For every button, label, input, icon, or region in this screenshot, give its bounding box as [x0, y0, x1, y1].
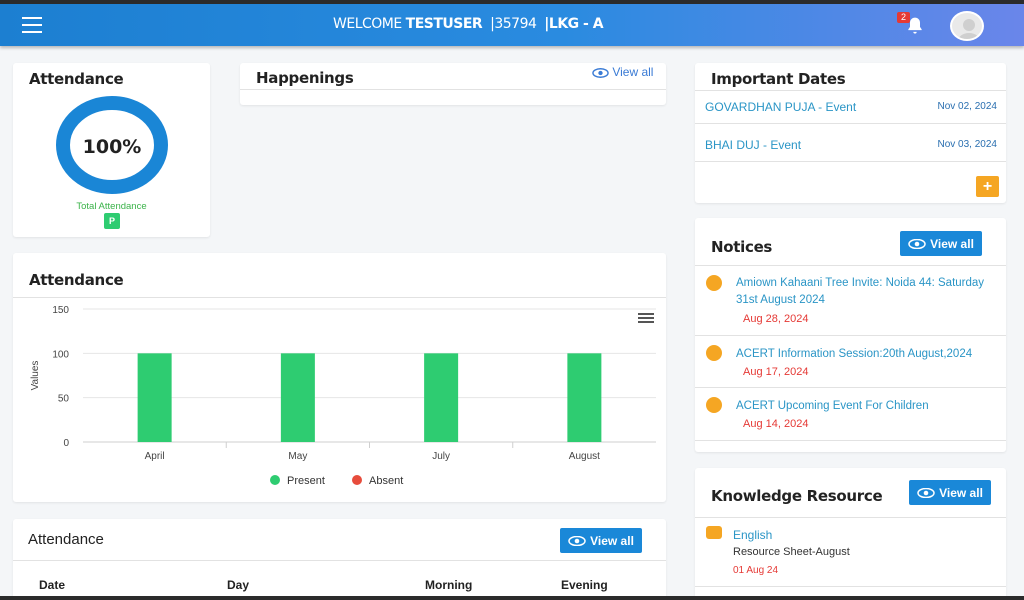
chart-menu-icon: [638, 321, 654, 323]
bar-present: [424, 353, 459, 442]
x-tick-label: April: [145, 451, 165, 462]
attendance-view-all-button[interactable]: View all: [560, 528, 642, 553]
column-header-morning: Morning: [425, 578, 473, 592]
divider: [695, 335, 1006, 336]
legend-label: Present: [287, 475, 325, 487]
user-avatar-icon: [958, 19, 980, 39]
legend-marker: [352, 475, 362, 485]
notice-bell-icon: [706, 275, 722, 291]
y-tick-label: 0: [63, 438, 69, 449]
important-date-name[interactable]: GOVARDHAN PUJA - Event: [705, 100, 856, 114]
notices-title: Notices: [711, 238, 773, 256]
bar-present: [280, 353, 315, 442]
eye-icon: [908, 238, 926, 249]
important-date-name[interactable]: BHAI DUJ - Event: [705, 138, 801, 152]
important-dates-card: Important Dates GOVARDHAN PUJA - Event N…: [695, 63, 1006, 203]
book-icon: [706, 526, 722, 539]
chart-menu-icon: [638, 313, 654, 315]
notice-date: Aug 14, 2024: [743, 418, 809, 430]
divider: [13, 560, 666, 561]
divider: [695, 265, 1006, 266]
bar-present: [137, 353, 172, 442]
y-tick-label: 150: [52, 305, 69, 316]
divider: [695, 90, 1006, 91]
eye-icon: [592, 67, 609, 78]
notice-title[interactable]: Amiown Kahaani Tree Invite: Noida 44: Sa…: [736, 275, 986, 309]
y-tick-label: 100: [52, 349, 69, 360]
notice-title[interactable]: ACERT Upcoming Event For Children: [736, 398, 986, 415]
add-date-button[interactable]: +: [976, 176, 999, 197]
x-tick-label: May: [288, 451, 307, 462]
divider: [695, 161, 1006, 162]
view-all-label: View all: [590, 533, 634, 548]
status-badge: P: [104, 213, 120, 229]
attendance-chart-title: Attendance: [29, 271, 124, 289]
attendance-summary-card: Attendance 100% Total Attendance P: [13, 63, 210, 237]
view-all-label: View all: [612, 65, 654, 79]
happenings-title: Happenings: [256, 69, 354, 87]
y-axis-label: Values: [30, 361, 41, 391]
notice-bell-icon: [706, 397, 722, 413]
attendance-table-title: Attendance: [28, 531, 104, 548]
notice-title[interactable]: ACERT Information Session:20th August,20…: [736, 346, 986, 363]
resource-date: 01 Aug 24: [733, 565, 779, 576]
divider: [695, 517, 1006, 518]
important-dates-title: Important Dates: [711, 70, 846, 88]
avatar[interactable]: [950, 11, 984, 41]
column-header-evening: Evening: [561, 578, 608, 592]
y-tick-label: 50: [58, 394, 70, 405]
bar-present: [567, 353, 602, 442]
knowledge-resource-title: Knowledge Resource: [711, 487, 883, 505]
view-all-label: View all: [930, 236, 974, 251]
user-id: |35794: [490, 16, 537, 32]
user-name: TESTUSER: [405, 16, 483, 32]
eye-icon: [568, 535, 586, 546]
welcome-text: WELCOME TESTUSER |35794 |LKG - A: [333, 16, 604, 32]
knowledge-view-all-button[interactable]: View all: [909, 480, 991, 505]
resource-subject[interactable]: English: [733, 528, 772, 542]
view-all-label: View all: [939, 485, 983, 500]
divider: [695, 123, 1006, 124]
notification-badge: 2: [897, 12, 911, 23]
divider: [240, 89, 666, 90]
attendance-summary-title: Attendance: [29, 70, 124, 88]
notices-view-all-button[interactable]: View all: [900, 231, 982, 256]
top-navbar: WELCOME TESTUSER |35794 |LKG - A 2: [0, 4, 1024, 46]
class-label: |LKG - A: [544, 16, 604, 32]
dashboard: WELCOME TESTUSER |35794 |LKG - A 2 Atten…: [0, 4, 1024, 596]
happenings-card: Happenings View all: [240, 63, 666, 105]
attendance-table-card: Attendance View all Date Day Morning Eve…: [13, 519, 666, 596]
knowledge-resource-card: Knowledge Resource View all English Reso…: [695, 468, 1006, 596]
column-header-day: Day: [227, 578, 250, 592]
total-attendance-label: Total Attendance: [76, 201, 147, 212]
menu-icon[interactable]: [22, 17, 42, 33]
welcome-prefix: WELCOME: [333, 16, 402, 32]
divider: [695, 586, 1006, 587]
notice-date: Aug 28, 2024: [743, 313, 809, 325]
x-tick-label: July: [432, 451, 450, 462]
column-header-date: Date: [39, 578, 66, 592]
attendance-chart-card: Attendance 0 50 100 150 Values April May July Au…: [13, 253, 666, 502]
important-date-value: Nov 03, 2024: [937, 139, 998, 150]
x-tick-label: August: [569, 451, 600, 462]
attendance-percent: 100%: [82, 136, 142, 158]
chart-menu-icon: [638, 317, 654, 319]
divider: [695, 387, 1006, 388]
notice-date: Aug 17, 2024: [743, 366, 809, 378]
notice-bell-icon: [706, 345, 722, 361]
important-date-value: Nov 02, 2024: [937, 101, 998, 112]
resource-name: Resource Sheet-August: [733, 546, 850, 558]
eye-icon: [917, 487, 935, 498]
happenings-view-all-link[interactable]: View all: [592, 65, 653, 79]
notices-card: Notices View all Amiown Kahaani Tree Inv…: [695, 218, 1006, 452]
divider: [695, 440, 1006, 441]
legend-label: Absent: [369, 475, 403, 487]
attendance-bar-chart: 0 50 100 150 Values April May July August Present…: [30, 305, 656, 487]
legend-marker: [270, 475, 280, 485]
